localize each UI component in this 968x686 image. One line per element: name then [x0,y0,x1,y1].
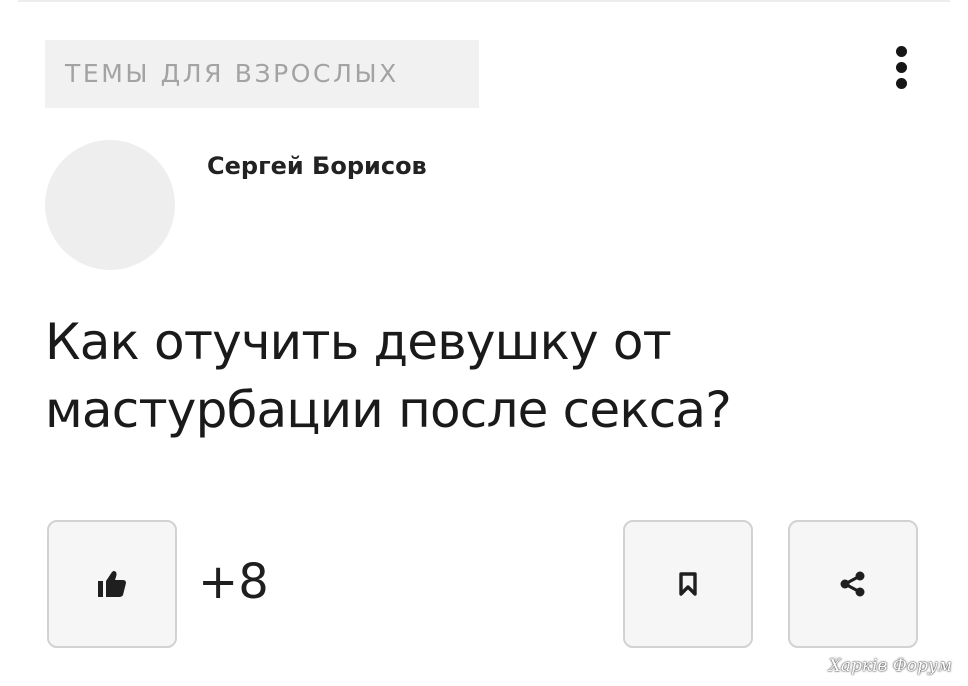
more-dot [896,78,907,89]
bookmark-icon [679,572,697,596]
more-dot [896,62,907,73]
share-button[interactable] [788,520,918,648]
post-title[interactable]: Как отучить девушку от мастурбации после… [45,308,925,444]
author-name[interactable]: Сергей Борисов [207,152,427,180]
like-button[interactable] [47,520,177,648]
like-count: +8 [198,554,269,610]
category-tag[interactable]: ТЕМЫ ДЛЯ ВЗРОСЛЫХ [45,40,479,108]
bookmark-button[interactable] [623,520,753,648]
more-dot [896,46,907,57]
share-icon [840,571,865,597]
watermark: Харків Форум [828,656,952,676]
more-options-button[interactable] [882,40,922,92]
author-avatar[interactable] [45,140,175,270]
top-divider [18,0,950,2]
thumbs-up-icon [98,571,126,597]
post-card: ТЕМЫ ДЛЯ ВЗРОСЛЫХ Сергей Борисов Как оту… [0,0,968,686]
